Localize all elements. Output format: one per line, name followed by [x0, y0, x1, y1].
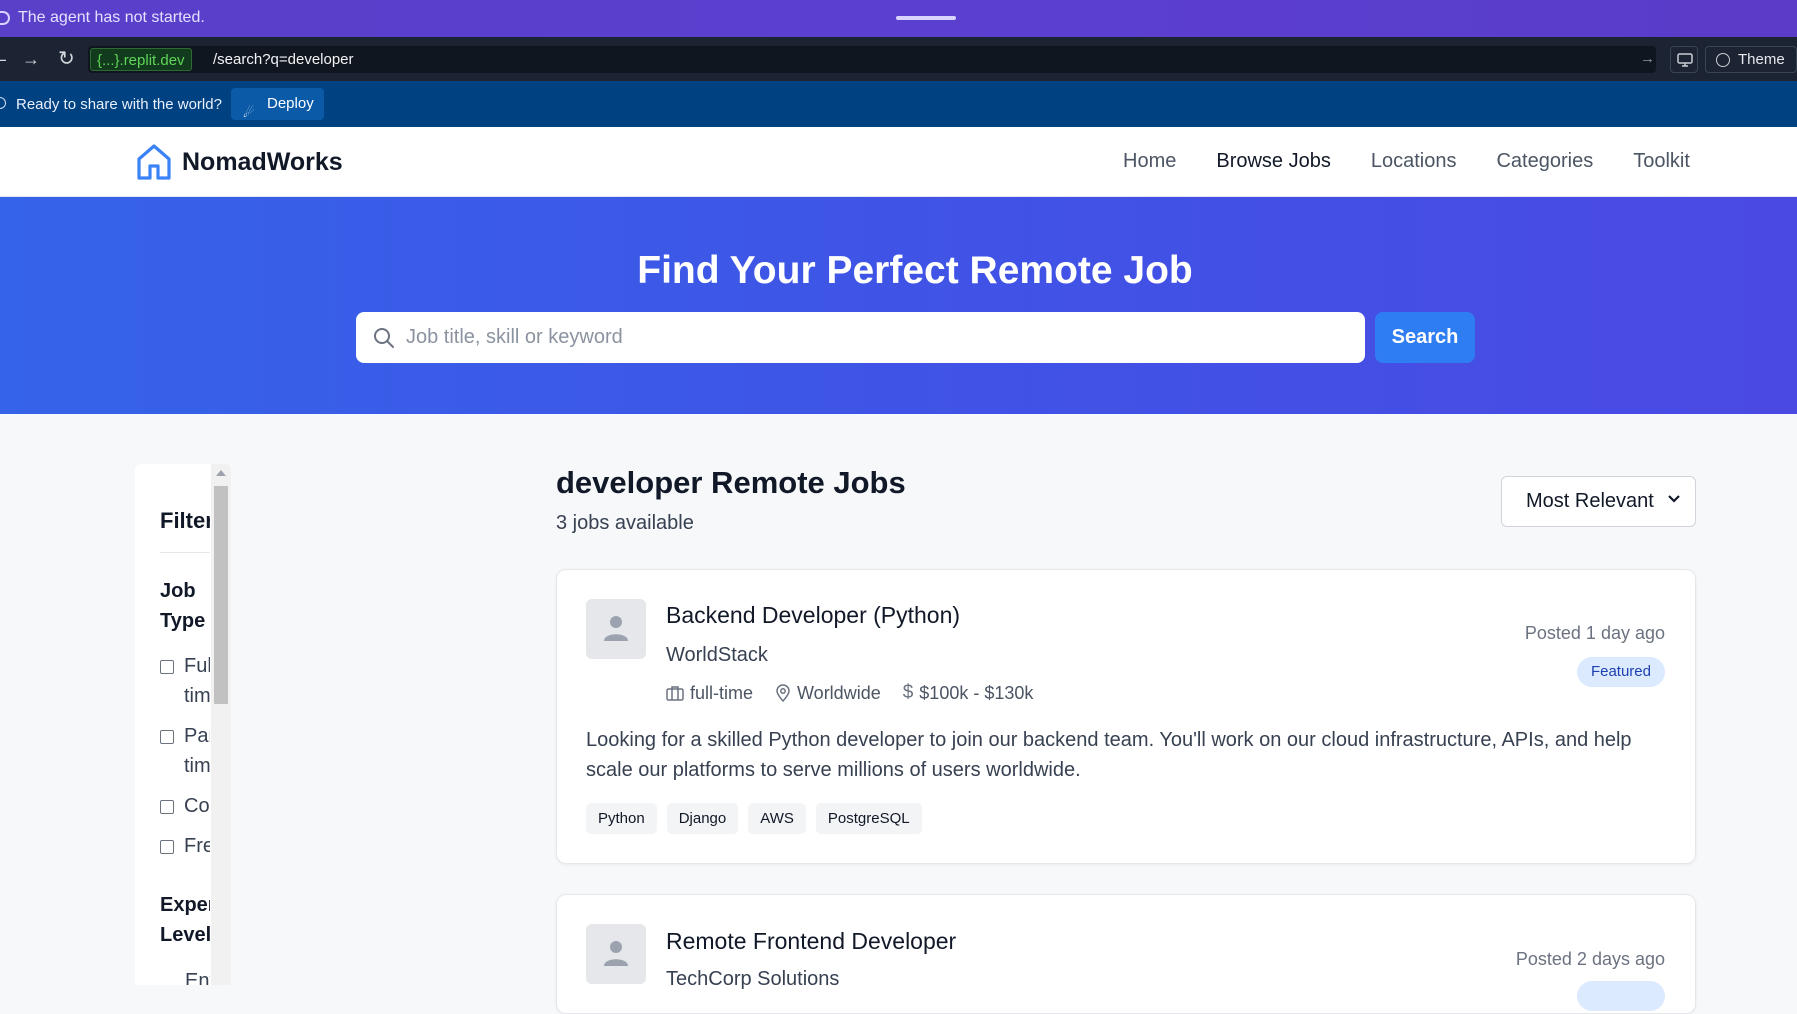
- skill-tags: Python Django AWS PostgreSQL: [586, 803, 922, 834]
- deploy-message: Ready to share with the world?: [16, 96, 222, 113]
- reload-icon[interactable]: ↻: [58, 46, 75, 71]
- map-pin-icon: [776, 684, 790, 702]
- briefcase-icon: [666, 686, 684, 701]
- filter-option-contract[interactable]: Contract: [160, 791, 210, 821]
- search-input[interactable]: [406, 312, 1346, 363]
- hero-title: Find Your Perfect Remote Job: [637, 249, 1193, 292]
- filter-label-contract: Contract: [184, 795, 210, 817]
- status-spinner-icon: [0, 11, 10, 25]
- filter-option-part-time[interactable]: Part time: [160, 721, 210, 781]
- home-logo-icon: [137, 144, 171, 180]
- back-arrow-icon[interactable]: –: [0, 49, 6, 70]
- filter-label-entry: Entry: [185, 970, 210, 985]
- results-count: 3 jobs available: [556, 512, 694, 534]
- sort-select[interactable]: Most Relevant: [1501, 476, 1696, 527]
- chevron-down-icon: [1668, 495, 1680, 503]
- posted-date: Posted 2 days ago: [1515, 949, 1665, 969]
- salary-meta: $ $100k - $130k: [903, 682, 1034, 704]
- user-placeholder-icon: [604, 941, 628, 966]
- company-name: TechCorp Solutions: [666, 968, 840, 990]
- location-text: Worldwide: [797, 682, 881, 703]
- search-icon: [374, 328, 394, 348]
- deploy-icon: ☄: [243, 105, 255, 120]
- job-title[interactable]: Remote Frontend Developer: [666, 928, 956, 955]
- filters-content: Filters Job Type Full time Part time Con…: [160, 464, 210, 985]
- screen-icon: [1677, 53, 1693, 67]
- deploy-label: Deploy: [267, 95, 314, 112]
- checkbox-freelance[interactable]: [160, 840, 174, 854]
- site-logo[interactable]: NomadWorks: [136, 143, 343, 181]
- search-button[interactable]: Search: [1375, 312, 1475, 363]
- filter-option-entry[interactable]: Entry: [185, 966, 210, 985]
- main-nav: Home Browse Jobs Locations Categories To…: [1123, 150, 1690, 173]
- nav-toolkit[interactable]: Toolkit: [1633, 150, 1690, 173]
- checkbox-part-time[interactable]: [160, 730, 174, 744]
- theme-label: Theme: [1738, 51, 1785, 68]
- nav-browse-jobs[interactable]: Browse Jobs: [1216, 150, 1331, 173]
- agent-status-text: The agent has not started.: [18, 9, 205, 26]
- scroll-up-icon[interactable]: [216, 470, 226, 476]
- skill-tag[interactable]: Python: [586, 803, 657, 834]
- skill-tag[interactable]: Django: [666, 803, 739, 834]
- results-title: developer Remote Jobs: [556, 465, 906, 500]
- filter-option-freelance[interactable]: Freelance: [160, 831, 210, 861]
- job-type-label: Job Type: [160, 580, 206, 632]
- info-icon: [0, 97, 6, 109]
- go-arrow-icon[interactable]: →: [1640, 50, 1655, 67]
- job-type-text: full-time: [690, 682, 754, 703]
- checkbox-contract[interactable]: [160, 800, 174, 814]
- featured-badge: [1577, 981, 1665, 1011]
- deploy-bar: Ready to share with the world? ☄ Deploy: [0, 81, 1797, 127]
- sort-selected: Most Relevant: [1526, 490, 1654, 512]
- company-avatar: [586, 599, 646, 659]
- user-placeholder-icon: [604, 616, 628, 641]
- featured-badge: Featured: [1576, 657, 1665, 687]
- deploy-button[interactable]: ☄ Deploy: [231, 88, 324, 120]
- job-type-meta: full-time: [666, 682, 753, 704]
- filter-label-freelance: Freelance: [184, 835, 210, 857]
- job-card[interactable]: Remote Frontend Developer TechCorp Solut…: [556, 894, 1696, 1014]
- location-meta: Worldwide: [775, 682, 881, 704]
- url-path[interactable]: /search?q=developer: [213, 51, 354, 68]
- salary-text: $100k - $130k: [919, 682, 1034, 703]
- filters-divider: [160, 552, 210, 553]
- checkbox-full-time[interactable]: [160, 660, 174, 674]
- screen-button[interactable]: [1670, 46, 1698, 73]
- job-description: Looking for a skilled Python developer t…: [586, 729, 1632, 781]
- site-header: NomadWorks Home Browse Jobs Locations Ca…: [0, 127, 1797, 197]
- theme-button[interactable]: Theme: [1705, 46, 1797, 73]
- company-avatar: [586, 924, 646, 984]
- sidebar-scrollbar[interactable]: [211, 464, 231, 985]
- job-card[interactable]: Backend Developer (Python) WorldStack fu…: [556, 569, 1696, 864]
- hero-section: Find Your Perfect Remote Job Search: [0, 197, 1797, 414]
- nav-home[interactable]: Home: [1123, 150, 1176, 173]
- agent-status: The agent has not started.: [0, 9, 205, 27]
- skill-tag[interactable]: PostgreSQL: [815, 803, 922, 834]
- filter-label-part-time: Part time: [184, 725, 210, 777]
- filter-option-full-time[interactable]: Full time: [160, 651, 210, 711]
- nav-categories[interactable]: Categories: [1496, 150, 1593, 173]
- palette-icon: [1716, 53, 1730, 67]
- dollar-icon: $: [902, 682, 914, 703]
- forward-arrow-icon[interactable]: →: [22, 49, 40, 70]
- skill-tag[interactable]: AWS: [748, 803, 806, 834]
- nav-locations[interactable]: Locations: [1371, 150, 1457, 173]
- job-meta: full-time Worldwide $ $100k - $130k: [666, 682, 1033, 704]
- filters-title: Filters: [160, 508, 210, 533]
- company-name: WorldStack: [666, 644, 768, 666]
- agent-status-bar: The agent has not started.: [0, 0, 1797, 37]
- experience-level-label: Experience Level: [160, 894, 210, 946]
- drag-handle[interactable]: [896, 16, 956, 20]
- filters-sidebar: Filters Job Type Full time Part time Con…: [135, 464, 231, 985]
- browser-url-bar: – → ↻ {...}.replit.dev /search?q=develop…: [0, 37, 1797, 81]
- url-host: {...}.replit.dev: [90, 48, 192, 71]
- job-title[interactable]: Backend Developer (Python): [666, 602, 960, 629]
- scrollbar-thumb[interactable]: [214, 486, 228, 704]
- posted-date: Posted 1 day ago: [1524, 623, 1665, 643]
- search-box: [356, 312, 1365, 363]
- brand-name: NomadWorks: [182, 147, 343, 176]
- filter-label-full-time: Full time: [184, 655, 210, 707]
